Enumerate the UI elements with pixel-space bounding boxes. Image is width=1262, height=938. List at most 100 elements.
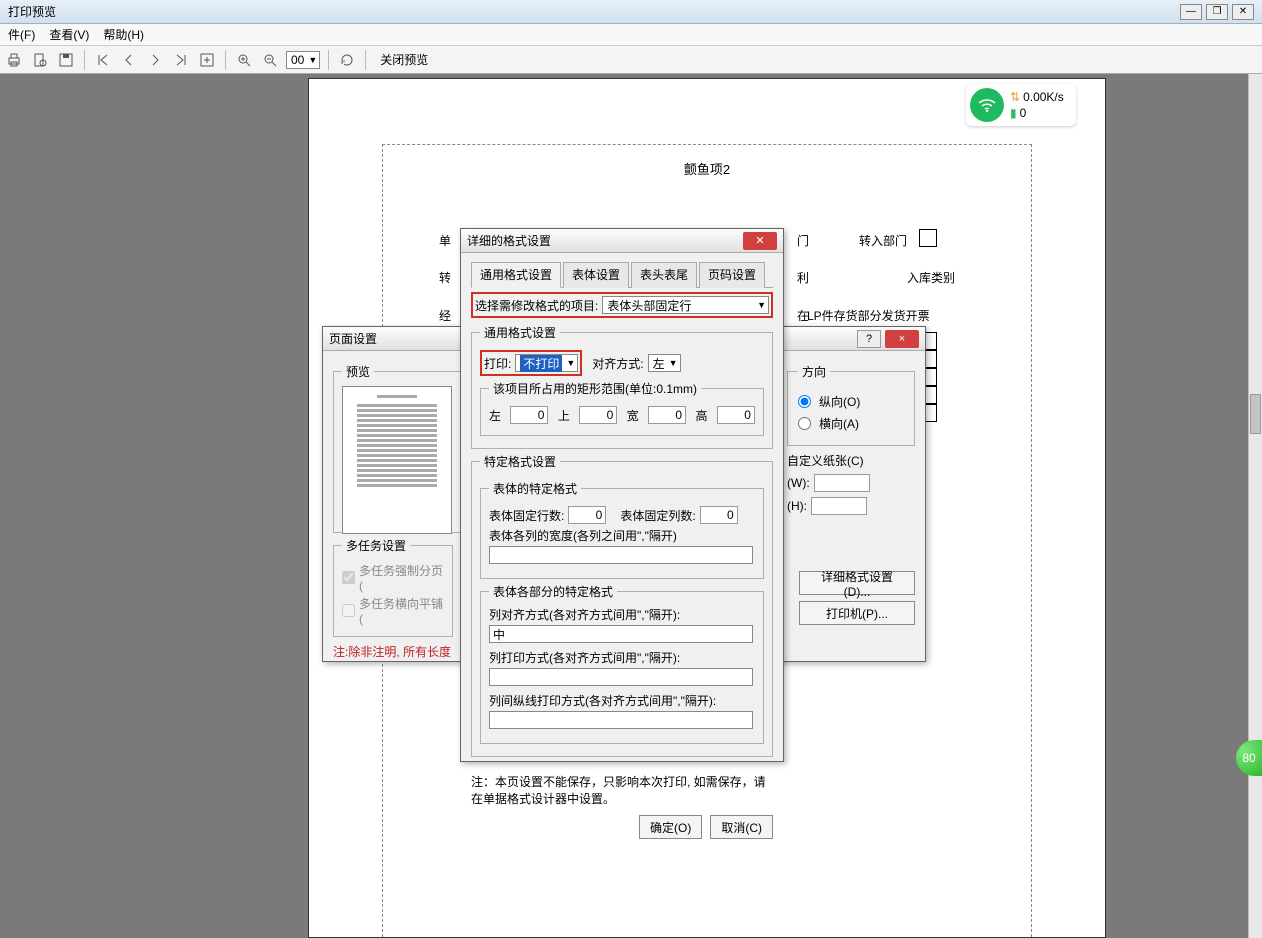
zoom-select[interactable]: 00▼ [286, 51, 320, 69]
separator [328, 50, 329, 70]
select-item-row: 选择需修改格式的项目: 表体头部固定行▼ [471, 292, 773, 318]
specific-fieldset: 特定格式设置 表体的特定格式 表体固定行数: 表体固定列数: 表体各列的宽度(各… [471, 453, 773, 757]
rect-fieldset: 该项目所占用的矩形范围(单位:0.1mm) 左 上 宽 高 [480, 380, 764, 436]
rect-top-input[interactable] [579, 406, 617, 424]
print-label: 打印: [484, 355, 511, 372]
page-setup-title: 页面设置 [329, 330, 377, 347]
ok-button[interactable]: 确定(O) [639, 815, 702, 839]
detail-body: 通用格式设置 表体设置 表头表尾 页码设置 选择需修改格式的项目: 表体头部固定… [461, 253, 783, 847]
battery-icon: ▮ [1010, 106, 1017, 120]
toolbar: 00▼ 关闭预览 [0, 46, 1262, 74]
paper-height-row: (H): [787, 497, 915, 515]
paper-height-input[interactable] [811, 497, 867, 515]
fit-icon[interactable] [197, 50, 217, 70]
page-setup-icon[interactable] [30, 50, 50, 70]
col-width-label: 表体各列的宽度(各列之间用","隔开) [489, 527, 755, 544]
save-icon[interactable] [56, 50, 76, 70]
detail-title: 详细的格式设置 [467, 232, 551, 249]
close-button[interactable]: ✕ [1232, 4, 1254, 20]
zoom-out-icon[interactable] [260, 50, 280, 70]
multitask-legend: 多任务设置 [342, 537, 410, 554]
window-controls: — ❐ ✕ [1180, 4, 1254, 20]
orientation-legend: 方向 [798, 363, 830, 380]
field-li: 利 [797, 269, 809, 286]
rect-height-input[interactable] [717, 406, 755, 424]
menu-file[interactable]: 件(F) [8, 26, 35, 43]
print-icon[interactable] [4, 50, 24, 70]
detail-footnote: 注：本页设置不能保存，只影响本次打印, 如需保存，请在单据格式设计器中设置。 [471, 773, 773, 807]
general-fieldset: 通用格式设置 打印: 不打印▼ 对齐方式: 左▼ 该项目所占用的矩形范围(单位:… [471, 324, 773, 449]
body-spec-fieldset: 表体的特定格式 表体固定行数: 表体固定列数: 表体各列的宽度(各列之间用","… [480, 480, 764, 579]
parts-legend: 表体各部分的特定格式 [489, 583, 617, 600]
rect-left-input[interactable] [510, 406, 548, 424]
dialog-close-button[interactable]: × [885, 330, 919, 348]
last-page-icon[interactable] [171, 50, 191, 70]
field-jing: 经 [439, 307, 451, 324]
col-vline-label: 列间纵线打印方式(各对齐方式间用","隔开): [489, 692, 755, 709]
menu-help[interactable]: 帮助(H) [103, 26, 144, 43]
box-top [919, 229, 937, 247]
separator [365, 50, 366, 70]
updown-icon: ⇅ [1010, 90, 1020, 104]
tab-general[interactable]: 通用格式设置 [471, 262, 561, 288]
close-preview-button[interactable]: 关闭预览 [374, 51, 434, 68]
detail-buttons: 确定(O) 取消(C) [471, 815, 773, 839]
zoom-in-icon[interactable] [234, 50, 254, 70]
detail-close-button[interactable]: ✕ [743, 232, 777, 250]
field-men: 门 [797, 232, 809, 249]
page-setup-buttons: 详细格式设置(D)... 打印机(P)... [799, 571, 915, 625]
tab-body[interactable]: 表体设置 [563, 262, 629, 288]
titlebar: 打印预览 — ❐ ✕ [0, 0, 1262, 24]
scrollbar-thumb[interactable] [1250, 394, 1261, 434]
select-item-label: 选择需修改格式的项目: [475, 297, 598, 314]
printer-button[interactable]: 打印机(P)... [799, 601, 915, 625]
window-title: 打印预览 [8, 3, 56, 20]
wifi-icon [970, 88, 1004, 122]
specific-legend: 特定格式设置 [480, 453, 560, 470]
cat-label: 入库类别 [907, 269, 955, 286]
dialog-help-button[interactable]: ? [857, 330, 881, 348]
next-page-icon[interactable] [145, 50, 165, 70]
horiz-tile-checkbox[interactable]: 多任务横向平铺( [342, 595, 444, 626]
network-widget[interactable]: ⇅0.00K/s ▮0 [966, 84, 1076, 126]
lp-label: LP件存货部分发货开票 [807, 307, 930, 324]
align-dropdown[interactable]: 左▼ [648, 354, 681, 372]
force-page-checkbox[interactable]: 多任务强制分页( [342, 562, 444, 593]
minimize-button[interactable]: — [1180, 4, 1202, 20]
print-row-highlight: 打印: 不打印▼ [480, 350, 582, 376]
net-count: 0 [1020, 106, 1027, 120]
preview-legend: 预览 [342, 363, 374, 380]
preview-fieldset: 预览 [333, 363, 461, 533]
refresh-icon[interactable] [337, 50, 357, 70]
first-page-icon[interactable] [93, 50, 113, 70]
col-vline-input[interactable] [489, 711, 753, 729]
maximize-button[interactable]: ❐ [1206, 4, 1228, 20]
prev-page-icon[interactable] [119, 50, 139, 70]
col-print-label: 列打印方式(各对齐方式间用","隔开): [489, 649, 755, 666]
wifi-stats: ⇅0.00K/s ▮0 [1010, 90, 1064, 120]
select-item-dropdown[interactable]: 表体头部固定行▼ [602, 296, 769, 314]
custom-paper-label: 自定义纸张(C) [787, 452, 915, 469]
body-spec-legend: 表体的特定格式 [489, 480, 581, 497]
fixed-cols-input[interactable] [700, 506, 738, 524]
col-align-input[interactable] [489, 625, 753, 643]
vertical-scrollbar[interactable] [1248, 74, 1262, 938]
col-width-input[interactable] [489, 546, 753, 564]
doc-title: 颤鱼项2 [309, 159, 1105, 178]
paper-width-input[interactable] [814, 474, 870, 492]
cancel-button[interactable]: 取消(C) [710, 815, 773, 839]
rect-width-input[interactable] [648, 406, 686, 424]
multitask-fieldset: 多任务设置 多任务强制分页( 多任务横向平铺( [333, 537, 453, 637]
col-align-label: 列对齐方式(各对齐方式间用","隔开): [489, 606, 755, 623]
fixed-rows-input[interactable] [568, 506, 606, 524]
detail-format-button[interactable]: 详细格式设置(D)... [799, 571, 915, 595]
print-dropdown[interactable]: 不打印▼ [515, 354, 578, 372]
tab-pagenum[interactable]: 页码设置 [699, 262, 765, 288]
col-print-input[interactable] [489, 668, 753, 686]
portrait-radio[interactable]: 纵向(O) [798, 393, 904, 410]
detail-tabs: 通用格式设置 表体设置 表头表尾 页码设置 [471, 261, 773, 288]
tab-headfoot[interactable]: 表头表尾 [631, 262, 697, 288]
landscape-radio[interactable]: 横向(A) [798, 415, 904, 432]
menu-view[interactable]: 查看(V) [49, 26, 89, 43]
orientation-fieldset: 方向 纵向(O) 横向(A) [787, 363, 915, 446]
